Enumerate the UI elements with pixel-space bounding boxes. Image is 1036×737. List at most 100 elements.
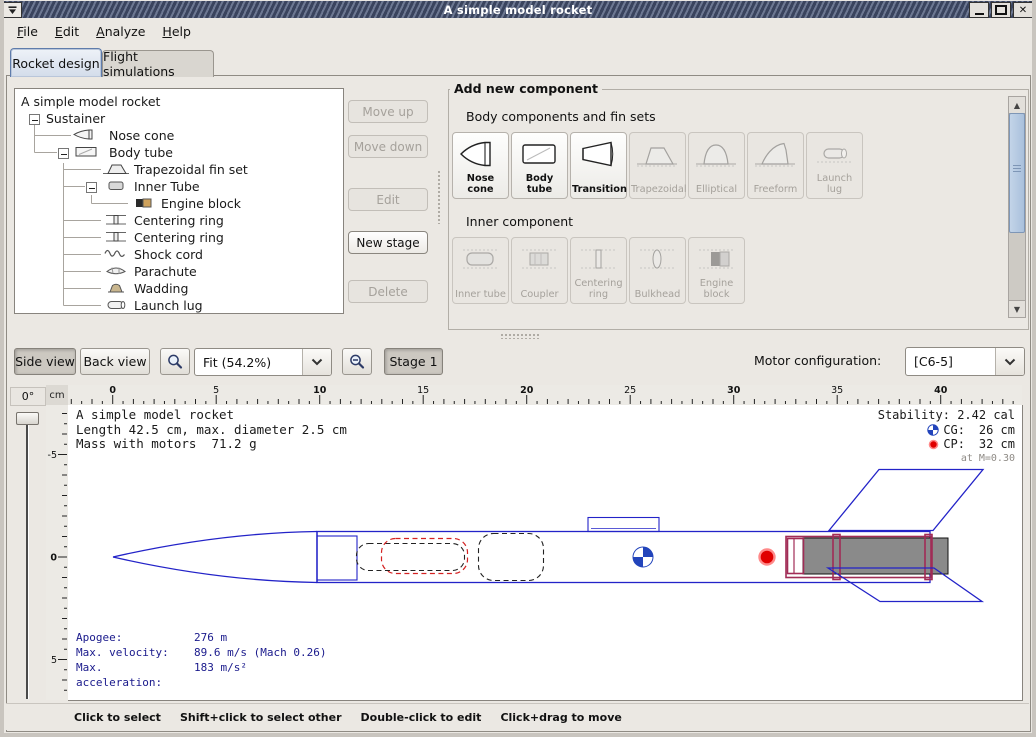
add-launch-lug-button[interactable]: Launch lug [806,132,863,199]
tree-item-centering-ring[interactable]: Centering ring [15,229,343,246]
motor-configuration-combobox[interactable]: [C6-5] [905,347,1025,376]
svg-text:0: 0 [50,553,57,564]
window-title: A simple model rocket [1,3,1035,17]
close-button[interactable]: ✕ [1013,2,1033,18]
stability-value: Stability: 2.42 cal [878,408,1015,423]
svg-text:10: 10 [313,385,327,396]
add-centering-ring-button[interactable]: Centering ring [570,237,627,304]
motor-configuration-value: [C6-5] [906,354,995,369]
menu-edit[interactable]: Edit [55,24,79,39]
component-button-label: Bulkhead [631,290,684,301]
side-view-button[interactable]: Side view [14,348,76,375]
add-trapezoidal-button[interactable]: Trapezoidal [629,132,686,199]
svg-text:5: 5 [51,655,57,666]
inner-components-row: Inner tubeCouplerCentering ring Bulkhead E… [452,237,752,303]
tree-item-engine-block[interactable]: Engine block [15,195,343,212]
add-nose-cone-button[interactable]: Nose cone [452,132,509,199]
zoom-level-value: Fit (54.2%) [195,355,302,370]
cg-marker [633,547,653,567]
body-components-row: Nose coneBody tube Transition Trapezoidal E… [452,132,872,198]
tree-expand-handle[interactable] [58,148,69,159]
tree-item-parachute[interactable]: Parachute [15,263,343,280]
add-transition-button[interactable]: Transition [570,132,627,199]
tree-item-nose-cone[interactable]: Nose cone [15,127,343,144]
window-menu-icon[interactable] [3,2,22,18]
centeringring-icon [102,230,130,244]
bodytube-icon [516,137,562,171]
centeringring-icon [575,242,621,276]
tree-expand-handle[interactable] [86,182,97,193]
finset-icon [102,162,130,176]
arrow-up-icon: ▲ [1014,101,1020,110]
tree-item-sustainer[interactable]: Sustainer [15,110,343,127]
tree-item-body-tube[interactable]: Body tube [15,144,343,161]
tree-expand-handle[interactable] [29,114,40,125]
move-up-button[interactable]: Move up [348,100,428,123]
menu-analyze[interactable]: Analyze [96,24,145,39]
maximize-button[interactable] [991,2,1011,18]
minimize-icon [975,13,984,15]
menu-help[interactable]: Help [162,24,191,39]
design-info-text: A simple model rocket Length 42.5 cm, ma… [76,408,347,452]
add-body-tube-button[interactable]: Body tube [511,132,568,199]
title-bar: A simple model rocket ✕ [1,1,1035,18]
add-freeform-button[interactable]: Freeform [747,132,804,199]
vertical-splitter-handle[interactable] [437,170,442,224]
svg-text:15: 15 [417,385,429,396]
component-button-label: Transition [572,185,625,196]
freeform-icon [752,137,798,171]
stability-info: Stability: 2.42 cal CG:26 cm CP:32 cm at… [878,408,1015,466]
cp-label: CP: [943,437,965,452]
close-icon: ✕ [1019,5,1027,16]
zoom-in-button[interactable] [160,348,190,375]
menu-bar: File Edit Analyze Help [5,19,1031,44]
scroll-down-button[interactable]: ▼ [1008,300,1026,318]
minimize-button[interactable] [969,2,989,18]
svg-text:20: 20 [520,385,534,396]
add-inner-tube-button[interactable]: Inner tube [452,237,509,304]
component-button-label: Body tube [513,174,566,195]
flight-info-row: Max. velocity:89.6 m/s (Mach 0.26) [76,645,326,660]
rotation-slider-track [26,413,29,699]
tree-item-shock-cord[interactable]: Shock cord [15,246,343,263]
component-button-label: Elliptical [690,185,743,196]
magnifier-icon [166,353,184,371]
zoom-out-button[interactable] [342,348,372,375]
tree-item-a-simple-model-rocket[interactable]: A simple model rocket [15,93,343,110]
flight-info-row: Apogee:276 m [76,630,326,645]
engine-block-outline [788,539,804,574]
back-view-button[interactable]: Back view [80,348,150,375]
component-button-label: Launch lug [808,174,861,195]
component-tree[interactable]: A simple model rocketSustainerNose coneB… [14,88,344,314]
add-bulkhead-button[interactable]: Bulkhead [629,237,686,304]
rotation-slider-handle[interactable] [16,412,39,425]
tree-item-launch-lug[interactable]: Launch lug [15,297,343,314]
bulkhead-icon [634,242,680,276]
menu-file[interactable]: File [17,24,38,39]
wadding-icon [102,281,130,295]
stage-1-toggle[interactable]: Stage 1 [384,348,443,375]
tab-flight-simulations[interactable]: Flight simulations [102,50,214,77]
move-down-button[interactable]: Move down [348,135,428,158]
tree-item-centering-ring[interactable]: Centering ring [15,212,343,229]
add-engine-block-button[interactable]: Engine block [688,237,745,304]
new-stage-button[interactable]: New stage [348,231,428,254]
vertical-ruler: -505 [46,405,69,700]
tree-item-label: Launch lug [134,297,203,314]
tree-item-wadding[interactable]: Wadding [15,280,343,297]
scroll-up-button[interactable]: ▲ [1008,96,1026,114]
tab-rocket-design[interactable]: Rocket design [10,48,102,77]
rocket-side-view-canvas[interactable]: A simple model rocket Length 42.5 cm, ma… [68,405,1023,701]
add-elliptical-button[interactable]: Elliptical [688,132,745,199]
coupler-icon [516,242,562,276]
tree-item-trapezoidal-fin-set[interactable]: Trapezoidal fin set [15,161,343,178]
delete-button[interactable]: Delete [348,280,428,303]
add-coupler-button[interactable]: Coupler [511,237,568,304]
scrollbar-thumb[interactable] [1009,113,1025,233]
zoom-level-combobox[interactable]: Fit (54.2%) [194,348,332,376]
motor-configuration-label: Motor configuration: [754,353,881,368]
tree-item-label: Centering ring [134,229,224,246]
edit-button[interactable]: Edit [348,188,428,211]
tree-item-inner-tube[interactable]: Inner Tube [15,178,343,195]
horizontal-splitter-handle[interactable] [500,333,540,339]
